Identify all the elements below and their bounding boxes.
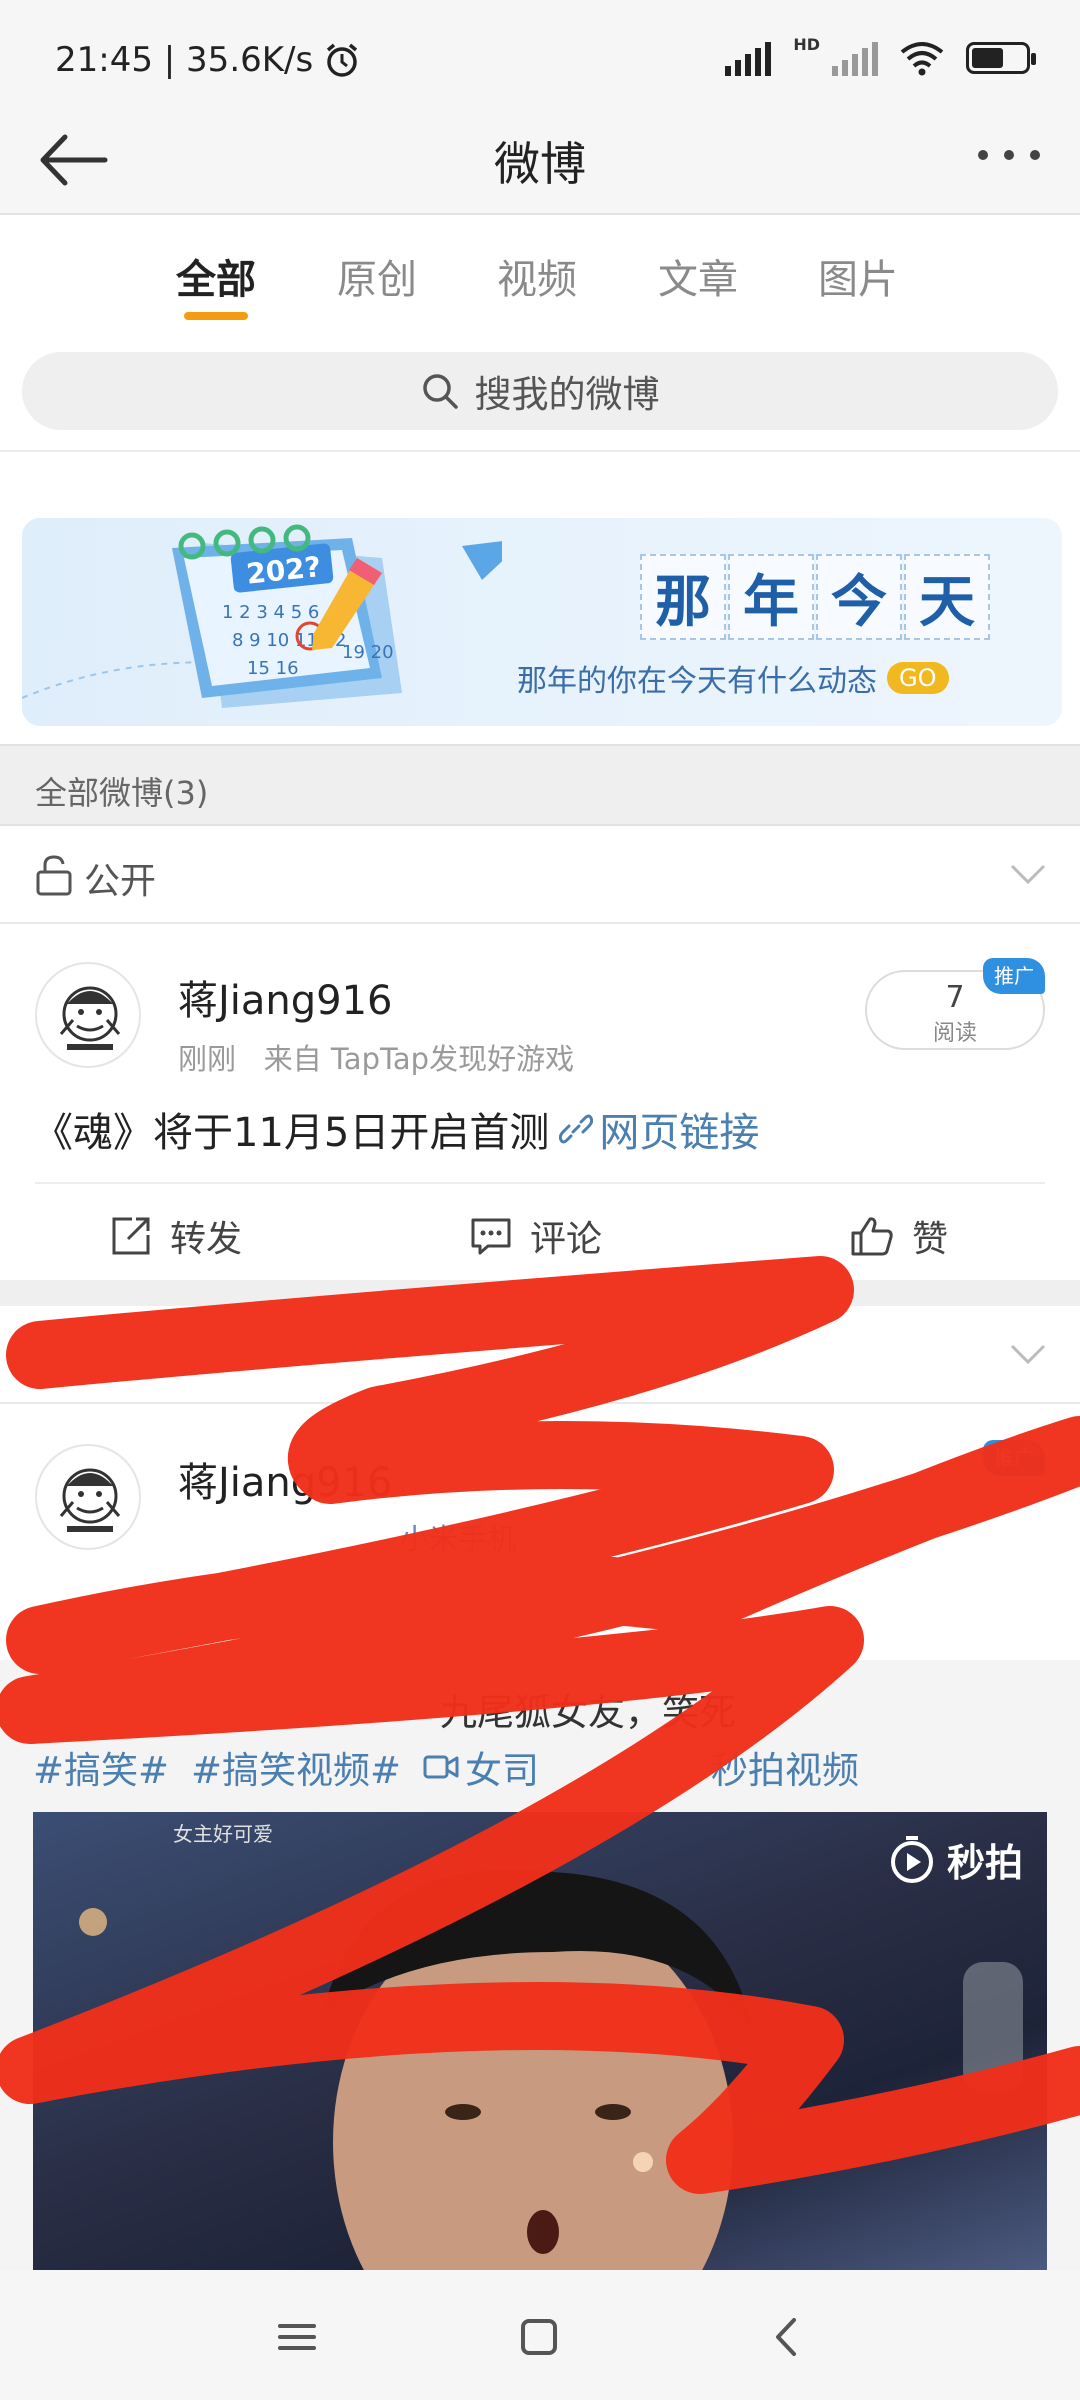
search-placeholder: 搜我的微博 bbox=[474, 373, 660, 416]
post-card: 蒋Jiang916 小米手机 推广 bbox=[0, 1404, 1080, 1664]
tag-list: #搞笑# #搞笑视频# 女司 秒拍视频 bbox=[33, 1740, 859, 1794]
visibility-label: 公开 bbox=[84, 861, 157, 902]
tab-original[interactable]: 原创 bbox=[337, 247, 417, 305]
status-time-speed: 21:45 | 35.6K/s bbox=[55, 40, 314, 80]
system-nav-bar bbox=[0, 2270, 1080, 2400]
alarm-icon bbox=[327, 43, 358, 77]
meme-face-icon bbox=[59, 986, 121, 1050]
divider bbox=[0, 1280, 1080, 1306]
on-this-day-banner[interactable]: 202? 1 2 3 4 5 6 8 9 10 11 12 15 16 19 2… bbox=[22, 518, 1062, 726]
repost-button[interactable]: 转发 bbox=[110, 1210, 242, 1262]
hashtag-link[interactable]: #搞笑# bbox=[33, 1740, 169, 1794]
visibility-row[interactable] bbox=[0, 1306, 1080, 1404]
status-bar: 21:45 | 35.6K/s HD bbox=[0, 0, 1080, 110]
post-time: 刚刚 bbox=[178, 1042, 237, 1076]
thumbs-up-icon bbox=[851, 1217, 893, 1256]
read-label: 阅读 bbox=[932, 1021, 977, 1046]
video-thumbnail[interactable]: 女主好可爱 秒拍 bbox=[33, 1812, 1047, 2270]
repost-content[interactable]: 九尾狐女友，笑死 #搞笑# #搞笑视频# 女司 秒拍视频 女主好可爱 秒拍 bbox=[0, 1660, 1080, 2270]
unlock-icon bbox=[36, 855, 72, 896]
dot-icon bbox=[1030, 150, 1040, 160]
comment-button[interactable]: 评论 bbox=[470, 1210, 602, 1262]
avatar[interactable] bbox=[35, 1444, 141, 1550]
chevron-down-icon[interactable] bbox=[1008, 1334, 1048, 1374]
post-text: 《魂》将于11月5日开启首测 网页链接 bbox=[33, 1100, 759, 1158]
chevron-down-icon[interactable] bbox=[1008, 854, 1048, 894]
post-source[interactable]: 小米手机 bbox=[400, 1516, 516, 1558]
filter-tabs: 全部 原创 视频 文章 图片 bbox=[0, 217, 1080, 327]
author-name[interactable]: 蒋Jiang916 bbox=[178, 1450, 393, 1508]
title-bar: 微博 bbox=[0, 110, 1080, 215]
page-title: 微博 bbox=[494, 137, 586, 191]
svg-text:15 16: 15 16 bbox=[247, 658, 299, 679]
link-icon bbox=[559, 1114, 594, 1144]
home-icon[interactable] bbox=[514, 2312, 564, 2362]
divider bbox=[35, 1182, 1045, 1184]
video-link[interactable]: 女司 bbox=[423, 1740, 539, 1794]
hd-badge: HD bbox=[793, 34, 820, 54]
search-bar[interactable]: 搜我的微博 bbox=[22, 352, 1058, 430]
wifi-icon bbox=[900, 42, 944, 76]
web-link[interactable]: 网页链接 bbox=[559, 1100, 759, 1158]
visibility-row[interactable]: 公开 bbox=[0, 826, 1080, 924]
share-icon bbox=[112, 1217, 150, 1255]
more-options-button[interactable] bbox=[978, 150, 1040, 160]
cell-signal-2-icon bbox=[832, 40, 878, 76]
section-count-label: 全部微博(3) bbox=[35, 774, 209, 812]
dot-icon bbox=[978, 150, 988, 160]
promote-badge[interactable]: 推广 bbox=[983, 1440, 1045, 1476]
video-caption: 女主好可爱 bbox=[173, 1822, 273, 1846]
post-card: 蒋Jiang916 刚刚 来自 TapTap发现好游戏 7 阅读 推广 《魂》将… bbox=[0, 924, 1080, 1278]
video-brand: 秒拍 bbox=[887, 1832, 1023, 1887]
author-name[interactable]: 蒋Jiang916 bbox=[178, 968, 393, 1026]
banner-subtitle: 那年的你在今天有什么动态 GO bbox=[517, 656, 949, 700]
video-source-link[interactable]: 秒拍视频 bbox=[711, 1740, 859, 1794]
video-camera-icon bbox=[423, 1755, 459, 1779]
hashtag-link[interactable]: #搞笑视频# bbox=[191, 1740, 401, 1794]
tab-video[interactable]: 视频 bbox=[497, 247, 577, 305]
tab-indicator bbox=[184, 312, 248, 320]
calendar-illustration: 202? 1 2 3 4 5 6 8 9 10 11 12 15 16 19 2… bbox=[22, 524, 502, 708]
promote-badge[interactable]: 推广 bbox=[983, 958, 1045, 994]
go-button[interactable]: GO bbox=[887, 662, 949, 694]
post-meta: 刚刚 来自 TapTap发现好游戏 bbox=[178, 1036, 574, 1078]
like-button[interactable]: 赞 bbox=[850, 1210, 948, 1262]
post-source[interactable]: 来自 TapTap发现好游戏 bbox=[264, 1042, 574, 1076]
timer-icon bbox=[890, 1835, 933, 1883]
dot-icon bbox=[1004, 150, 1014, 160]
tab-articles[interactable]: 文章 bbox=[658, 247, 738, 305]
divider bbox=[0, 450, 1080, 452]
cell-signal-icon bbox=[725, 40, 772, 76]
back-nav-icon[interactable] bbox=[762, 2312, 812, 2362]
tab-images[interactable]: 图片 bbox=[818, 247, 898, 305]
banner-headline: 那 年 今 天 bbox=[640, 554, 992, 640]
svg-text:1 2 3 4 5 6: 1 2 3 4 5 6 bbox=[222, 602, 319, 623]
post-body: 《魂》将于11月5日开启首测 bbox=[33, 1110, 550, 1156]
tab-all[interactable]: 全部 bbox=[176, 247, 256, 305]
svg-text:19 20: 19 20 bbox=[342, 642, 394, 663]
section-header: 全部微博(3) bbox=[0, 744, 1080, 826]
repost-text: 九尾狐女友，笑死 bbox=[440, 1691, 736, 1734]
comment-icon bbox=[471, 1218, 511, 1255]
avatar[interactable] bbox=[35, 962, 141, 1068]
battery-icon bbox=[966, 42, 1036, 74]
meme-face-icon bbox=[59, 1468, 121, 1532]
menu-icon[interactable] bbox=[272, 2312, 322, 2362]
search-icon bbox=[422, 374, 458, 409]
